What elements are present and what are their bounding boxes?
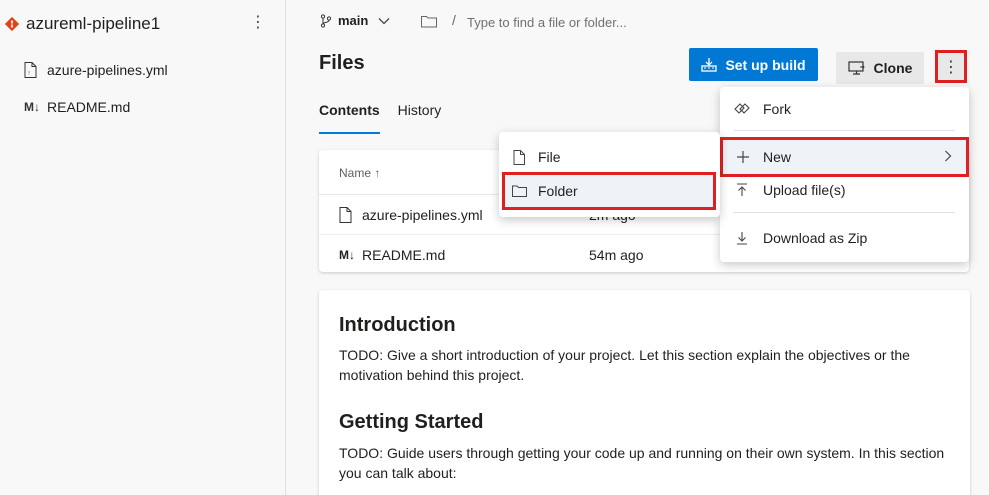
sidebar-file-label: azure-pipelines.yml — [47, 62, 168, 78]
menu-item-label: New — [763, 149, 792, 165]
repo-name[interactable]: azureml-pipeline1 — [26, 14, 160, 34]
menu-item-label: Fork — [763, 101, 791, 117]
download-icon — [734, 231, 750, 245]
readme-preview: Introduction TODO: Give a short introduc… — [319, 290, 970, 495]
sidebar-file-azure-pipelines[interactable]: ! azure-pipelines.yml — [24, 60, 168, 80]
readme-paragraph: TODO: Guide users through getting your c… — [339, 445, 945, 481]
markdown-file-icon: M↓ — [24, 100, 40, 114]
path-separator: / — [452, 12, 456, 28]
menu-item-label: Download as Zip — [763, 230, 868, 246]
chevron-right-icon — [944, 149, 952, 165]
menu-item-download-zip[interactable]: Download as Zip — [720, 221, 969, 255]
file-name-cell: M↓ README.md — [339, 247, 445, 263]
menu-item-label: Upload file(s) — [763, 182, 846, 198]
clone-monitor-icon — [847, 61, 866, 75]
page-title: Files — [319, 52, 365, 74]
readme-heading-introduction: Introduction — [339, 314, 456, 336]
branch-selector[interactable]: main — [320, 13, 390, 28]
chevron-down-icon — [378, 14, 390, 28]
menu-item-new-file[interactable]: File — [499, 140, 720, 174]
svg-text:!: ! — [28, 71, 30, 77]
sidebar-file-readme[interactable]: M↓ README.md — [24, 97, 130, 117]
file-name: README.md — [362, 247, 446, 263]
branch-name: main — [338, 13, 369, 28]
branch-icon — [320, 13, 332, 28]
file-modified-time: 54m ago — [589, 247, 644, 263]
repo-header: azureml-pipeline1 ⋮ — [0, 0, 286, 50]
path-bar: main / — [287, 0, 989, 44]
menu-item-label: File — [538, 149, 561, 165]
yaml-file-icon: ! — [24, 62, 42, 78]
set-up-build-label: Set up build — [725, 56, 806, 73]
new-submenu: File Folder — [499, 132, 720, 217]
file-name: azure-pipelines.yml — [362, 207, 483, 223]
set-up-build-button[interactable]: Set up build — [689, 48, 818, 81]
file-name-cell: azure-pipelines.yml — [339, 207, 483, 223]
readme-heading-getting-started: Getting Started — [339, 411, 484, 433]
yaml-file-icon — [339, 207, 357, 223]
file-icon — [511, 149, 527, 165]
menu-divider — [734, 130, 955, 131]
readme-paragraph: TODO: Give a short introduction of your … — [339, 347, 910, 383]
more-actions-menu: Fork New Upload file(s) Download as Zip — [720, 87, 969, 262]
menu-item-label: Folder — [538, 183, 578, 199]
more-actions-button[interactable]: ⋮ — [935, 50, 967, 83]
tab-history[interactable]: History — [398, 102, 442, 134]
path-search-input[interactable] — [467, 10, 727, 34]
menu-item-new-folder[interactable]: Folder — [502, 172, 716, 210]
fork-icon — [734, 102, 750, 116]
folder-icon — [511, 185, 527, 197]
menu-item-new[interactable]: New — [720, 137, 969, 177]
sidebar: azureml-pipeline1 ⋮ ! azure-pipelines.ym… — [0, 0, 286, 495]
folder-icon — [421, 16, 437, 28]
menu-item-fork[interactable]: Fork — [720, 92, 969, 126]
repo-git-icon — [5, 17, 19, 31]
sidebar-file-label: README.md — [47, 99, 131, 115]
upload-icon — [734, 183, 750, 197]
menu-divider — [734, 212, 955, 213]
tab-bar: Contents History — [319, 102, 459, 134]
repo-more-options-icon[interactable]: ⋮ — [250, 12, 266, 36]
menu-item-upload-files[interactable]: Upload file(s) — [720, 173, 969, 207]
tab-contents[interactable]: Contents — [319, 102, 380, 134]
plus-icon — [735, 150, 751, 164]
clone-label: Clone — [873, 60, 913, 76]
clone-button[interactable]: Clone — [836, 52, 924, 84]
build-icon — [701, 57, 718, 73]
column-header-name[interactable]: Name ↑ — [339, 166, 380, 180]
markdown-file-icon: M↓ — [339, 248, 355, 262]
